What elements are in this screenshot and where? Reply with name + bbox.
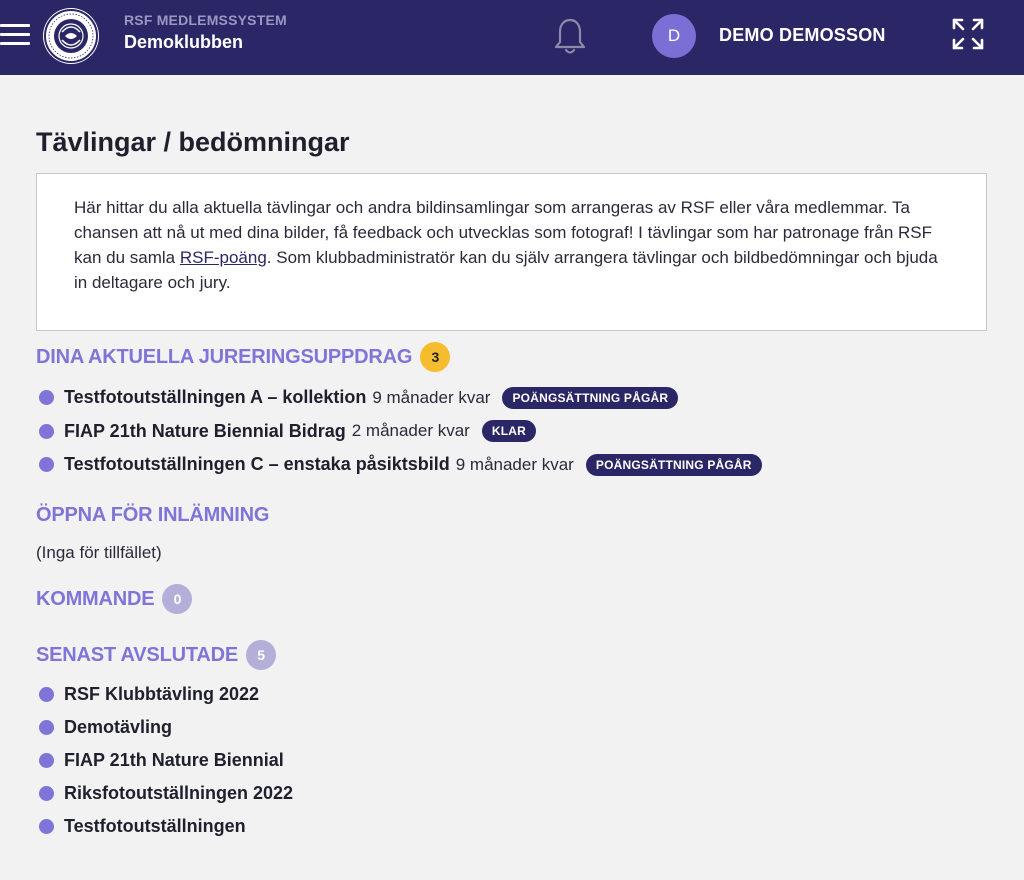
jury-heading-text: DINA AKTUELLA JURERINGSUPPDRAG [36, 345, 413, 368]
jury-list: Testfotoutställningen A – kollektion 9 m… [39, 381, 762, 482]
competition-title[interactable]: FIAP 21th Nature Biennial Bidrag [64, 421, 346, 442]
competition-title[interactable]: Demotävling [64, 717, 172, 738]
competition-title[interactable]: Testfotoutställningen [64, 816, 246, 837]
logo-emblem-icon [44, 9, 98, 63]
time-remaining: 9 månader kvar [372, 387, 491, 407]
status-badge: POÄNGSÄTTNING PÅGÅR [502, 386, 679, 409]
rsf-points-link[interactable]: RSF-poäng [180, 248, 267, 267]
bullet-icon [39, 457, 54, 473]
system-name: RSF MEDLEMSSYSTEM [124, 12, 287, 28]
bullet-icon [39, 390, 54, 406]
intro-box: Här hittar du alla aktuella tävlingar oc… [36, 173, 987, 331]
competition-title[interactable]: RSF Klubbtävling 2022 [64, 684, 259, 705]
bell-icon[interactable] [552, 16, 588, 56]
competition-title[interactable]: Riksfotoutställningen 2022 [64, 783, 293, 804]
jury-count-badge: 3 [420, 342, 451, 372]
competition-title[interactable]: FIAP 21th Nature Biennial [64, 750, 284, 771]
upcoming-section-heading: KOMMANDE 0 [36, 584, 193, 614]
finished-section-heading: SENAST AVSLUTADE 5 [36, 640, 276, 670]
user-name[interactable]: DEMO DEMOSSON [719, 25, 886, 46]
upcoming-heading-text: KOMMANDE [36, 587, 155, 610]
time-remaining: 9 månader kvar [455, 454, 574, 474]
page-title: Tävlingar / bedömningar [36, 127, 350, 157]
list-item[interactable]: RSF Klubbtävling 2022 [39, 678, 293, 711]
finished-heading-text: SENAST AVSLUTADE [36, 643, 238, 666]
competition-title[interactable]: Testfotoutställningen C – enstaka påsikt… [64, 454, 450, 475]
bullet-icon [39, 687, 54, 702]
competition-title[interactable]: Testfotoutställningen A – kollektion [64, 387, 366, 408]
upcoming-count-badge: 0 [162, 584, 193, 614]
list-item[interactable]: Demotävling [39, 711, 293, 744]
bullet-icon [39, 423, 54, 439]
finished-count-badge: 5 [246, 640, 276, 670]
jury-section-heading: DINA AKTUELLA JURERINGSUPPDRAG 3 [36, 342, 451, 372]
bullet-icon [39, 753, 54, 768]
top-bar: RSF MEDLEMSSYSTEM Demoklubben D DEMO DEM… [0, 0, 1024, 75]
list-item[interactable]: Testfotoutställningen [39, 810, 293, 843]
expand-icon[interactable] [950, 16, 986, 52]
time-remaining: 2 månader kvar [351, 421, 470, 441]
bullet-icon [39, 819, 54, 834]
avatar[interactable]: D [652, 14, 696, 58]
list-item[interactable]: Testfotoutställningen C – enstaka påsikt… [39, 448, 762, 482]
open-section-heading: ÖPPNA FÖR INLÄMNING [36, 504, 269, 527]
open-heading-text: ÖPPNA FÖR INLÄMNING [36, 504, 270, 526]
list-item[interactable]: FIAP 21th Nature Biennial Bidrag 2 månad… [39, 415, 762, 449]
open-empty-text: (Inga för tillfället) [36, 543, 162, 562]
list-item[interactable]: FIAP 21th Nature Biennial [39, 744, 293, 777]
list-item[interactable]: Testfotoutställningen A – kollektion 9 m… [39, 381, 762, 415]
bullet-icon [39, 786, 54, 801]
club-name: Demoklubben [124, 32, 244, 52]
finished-list: RSF Klubbtävling 2022 Demotävling FIAP 2… [39, 678, 293, 843]
rsf-logo[interactable] [43, 8, 99, 64]
status-badge: POÄNGSÄTTNING PÅGÅR [585, 453, 762, 476]
status-badge: KLAR [481, 420, 536, 443]
list-item[interactable]: Riksfotoutställningen 2022 [39, 777, 293, 810]
menu-icon[interactable] [0, 24, 30, 46]
bullet-icon [39, 720, 54, 735]
